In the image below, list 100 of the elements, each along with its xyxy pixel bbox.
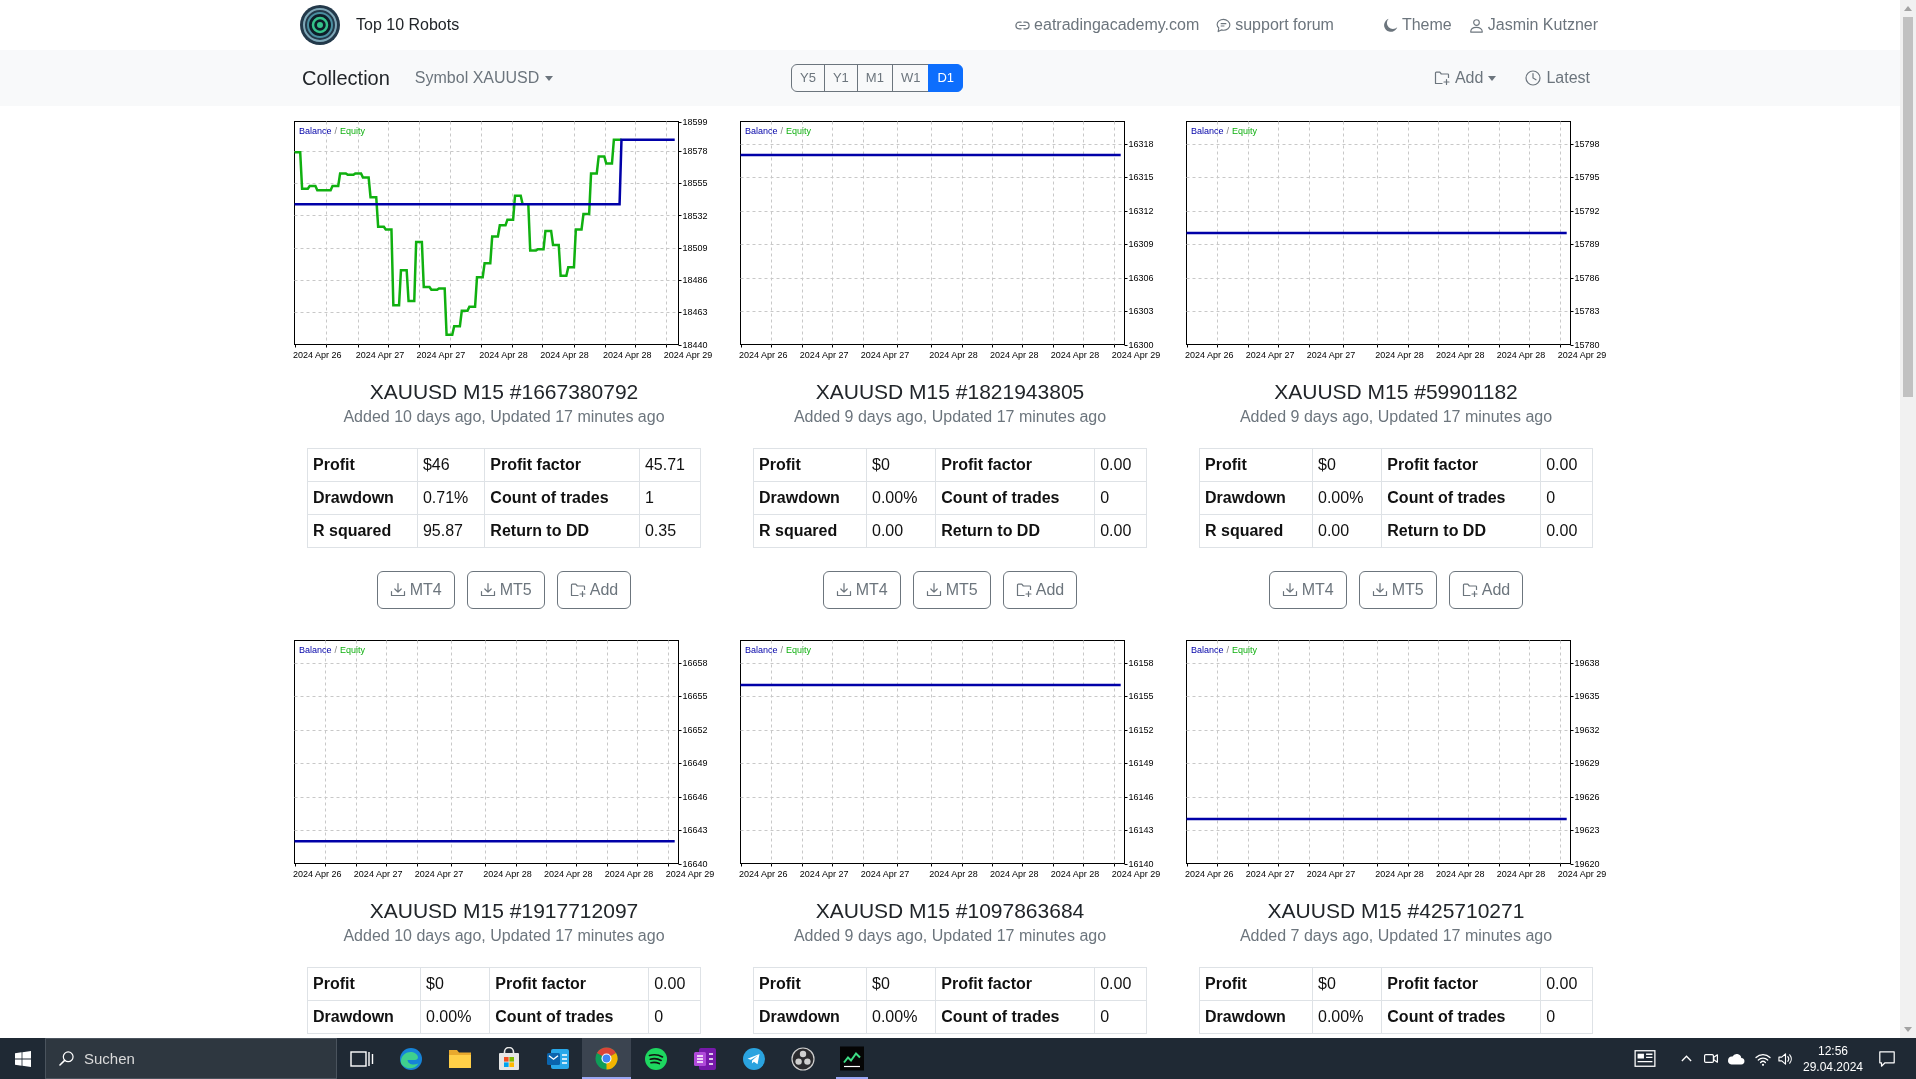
scrollbar-thumb[interactable]	[1903, 17, 1913, 397]
search-icon	[59, 1051, 74, 1066]
cloud-icon[interactable]	[1727, 1052, 1745, 1065]
axis-label: 2024 Apr 27	[416, 349, 466, 360]
axis-label: 16149	[1128, 758, 1154, 769]
axis-label: 16309	[1128, 239, 1154, 250]
axis-label: 2024 Apr 27	[353, 868, 403, 879]
axis-label: 15783	[1574, 306, 1600, 317]
chevron-up-icon[interactable]	[1681, 1055, 1692, 1062]
period-button[interactable]: Y1	[823, 64, 858, 92]
theme-toggle[interactable]: Theme	[1382, 13, 1452, 37]
axis-label: 2024 Apr 27	[860, 868, 910, 879]
period-button[interactable]: D1	[928, 64, 963, 92]
search-field[interactable]: Suchen	[45, 1038, 337, 1079]
brand-link[interactable]: Top 10 Robots	[300, 5, 460, 45]
browser-icon[interactable]	[582, 1038, 631, 1079]
download-button[interactable]: MT5	[912, 571, 991, 609]
download-button[interactable]: MT5	[466, 571, 545, 609]
axis-label: 2024 Apr 26	[293, 349, 342, 360]
stat-value: 0.00	[1094, 967, 1147, 1001]
axis-label: 18486	[682, 275, 708, 286]
stat-value: 0.35	[639, 514, 701, 548]
axis-label: 2024 Apr 29	[1557, 868, 1607, 879]
clock-date[interactable]: 29.04.2024	[1802, 1058, 1864, 1075]
mail-icon[interactable]	[545, 1046, 570, 1071]
download-button[interactable]: MT5	[1358, 571, 1437, 609]
clock-time[interactable]: 12:56	[1818, 1042, 1848, 1059]
download-button[interactable]: MT4	[1268, 571, 1347, 609]
stat-value: 0	[648, 1000, 701, 1034]
stat-value: 0.00	[1540, 967, 1593, 1001]
legend-label: Equity	[340, 645, 366, 655]
legend-label: Equity	[1232, 645, 1258, 655]
symbol-dropdown[interactable]: Symbol XAUUSD	[414, 66, 554, 90]
stat-label: Profit	[1199, 967, 1313, 1001]
stat-label: Profit	[307, 448, 418, 482]
robot-subtitle: Added 9 days ago, Updated 17 minutes ago	[793, 926, 1107, 946]
start-menu-icon[interactable]	[15, 1050, 31, 1067]
stat-value: $0	[1312, 967, 1382, 1001]
folder-plus-icon	[1433, 70, 1450, 86]
download-button[interactable]: MT4	[376, 571, 455, 609]
axis-label: 2024 Apr 27	[860, 349, 910, 360]
period-button[interactable]: M1	[856, 64, 893, 92]
stat-value: 0.00%	[866, 481, 936, 515]
legend-separator: /	[334, 126, 338, 136]
account-menu[interactable]: Jasmin Kutzner	[1468, 13, 1598, 37]
robot-title: XAUUSD M15 #425710271	[1267, 899, 1525, 923]
sound-waves-icon[interactable]	[643, 1046, 668, 1071]
axis-label: 16643	[682, 825, 708, 836]
robot-title: XAUUSD M15 #1667380792	[369, 380, 639, 404]
stat-label: Profit factor	[484, 448, 640, 482]
notebook-icon[interactable]	[692, 1046, 717, 1071]
axis-label: 2024 Apr 28	[602, 349, 652, 360]
stat-label: Profit	[1199, 448, 1313, 482]
scrollbar[interactable]	[1900, 0, 1916, 1038]
axis-label: 16315	[1128, 172, 1154, 183]
axis-label: 2024 Apr 28	[1375, 868, 1424, 879]
stat-label: R squared	[307, 514, 418, 548]
legend-separator: /	[1226, 126, 1230, 136]
latest-button[interactable]: Latest	[1525, 66, 1590, 90]
add-button[interactable]: Add	[1448, 571, 1524, 609]
legend-label: Balance	[299, 645, 332, 655]
news-icon[interactable]	[1634, 1050, 1656, 1067]
add-button[interactable]: Add	[556, 571, 632, 609]
download-icon	[389, 582, 406, 598]
axis-label: 18463	[682, 307, 708, 318]
add-dropdown[interactable]: Add	[1433, 66, 1497, 90]
axis-label: 2024 Apr 28	[989, 868, 1039, 879]
wifi-icon[interactable]	[1755, 1051, 1771, 1066]
swirl-icon[interactable]	[398, 1046, 423, 1071]
chat-icon	[1216, 17, 1232, 33]
shopping-bag-icon[interactable]	[496, 1046, 521, 1071]
stat-value: 0.00%	[1312, 1000, 1382, 1034]
website-link[interactable]: eatradingacademy.com	[1015, 13, 1200, 37]
axis-label: 18599	[682, 116, 708, 127]
download-button[interactable]: MT4	[822, 571, 901, 609]
axis-label: 15795	[1574, 172, 1600, 183]
stat-label: Drawdown	[307, 1000, 421, 1034]
moon-icon	[1382, 17, 1398, 33]
axis-label: 2024 Apr 27	[414, 868, 464, 879]
video-camera-icon[interactable]	[1704, 1053, 1718, 1064]
forum-link[interactable]: support forum	[1216, 13, 1334, 37]
period-button[interactable]: Y5	[791, 64, 825, 92]
axis-label: 2024 Apr 27	[799, 349, 849, 360]
notification-icon[interactable]	[1879, 1050, 1895, 1067]
axis-label: 2024 Apr 26	[293, 868, 342, 879]
legend-label: Equity	[340, 126, 366, 136]
axis-label: 2024 Apr 28	[1050, 868, 1100, 879]
axis-label: 15780	[1574, 339, 1600, 350]
stat-label: R squared	[753, 514, 867, 548]
paper-plane-icon[interactable]	[741, 1046, 766, 1071]
stat-value: 0.00	[1094, 514, 1147, 548]
stat-label: Return to DD	[935, 514, 1095, 548]
stat-label: Count of trades	[1381, 481, 1541, 515]
speaker-icon[interactable]	[1778, 1051, 1793, 1066]
axis-label: 18532	[682, 210, 708, 221]
stat-label: Profit factor	[935, 448, 1095, 482]
stat-value: $0	[420, 967, 490, 1001]
legend-separator: /	[780, 645, 784, 655]
aperture-icon[interactable]	[790, 1046, 815, 1071]
add-button[interactable]: Add	[1002, 571, 1078, 609]
